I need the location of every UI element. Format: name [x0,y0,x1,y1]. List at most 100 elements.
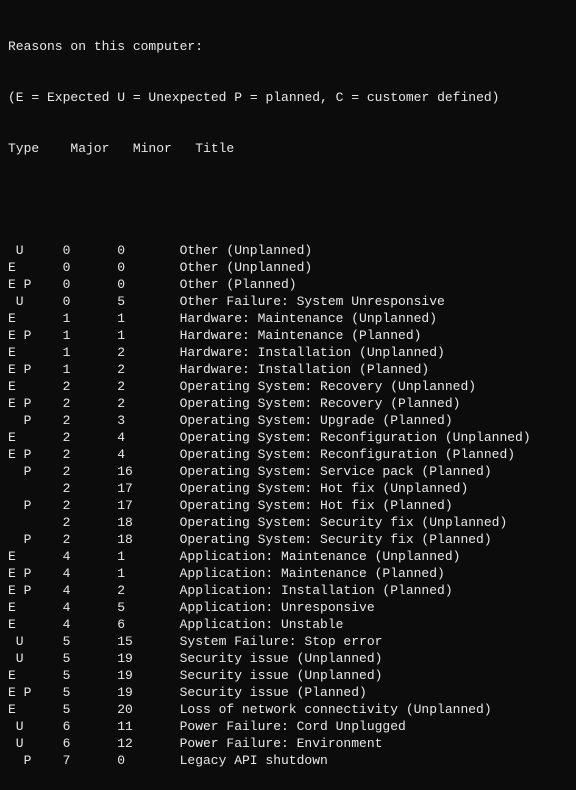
header-line-1: Reasons on this computer: [8,38,568,55]
cell-type: E [8,259,63,276]
table-row: E P 2 4 Operating System: Reconfiguratio… [8,446,568,463]
cell-title: Operating System: Reconfiguration (Plann… [180,446,515,463]
cell-title: Operating System: Reconfiguration (Unpla… [180,429,531,446]
cell-title: Security issue (Planned) [180,684,367,701]
cell-major: 2 [63,429,118,446]
header-line-2: (E = Expected U = Unexpected P = planned… [8,89,568,106]
cell-minor: 15 [117,633,179,650]
cell-title: Hardware: Maintenance (Unplanned) [180,310,437,327]
cell-title: Other Failure: System Unresponsive [180,293,445,310]
cell-minor: 3 [117,412,179,429]
cell-type: U [8,718,63,735]
cell-major: 2 [63,497,118,514]
cell-title: Application: Unstable [180,616,344,633]
cell-type: E [8,667,63,684]
cell-major: 0 [63,276,118,293]
cell-major: 7 [63,752,118,769]
cell-major: 2 [63,395,118,412]
cell-title: Operating System: Upgrade (Planned) [180,412,453,429]
cell-type: E P [8,446,63,463]
cell-title: Power Failure: Environment [180,735,383,752]
cell-type: E [8,701,63,718]
cell-type: E P [8,276,63,293]
table-row: E 4 6 Application: Unstable [8,616,568,633]
table-row: E 1 2 Hardware: Installation (Unplanned) [8,344,568,361]
cell-major: 0 [63,242,118,259]
cell-type: P [8,463,63,480]
cell-title: Application: Maintenance (Unplanned) [180,548,461,565]
table-row: U 6 11 Power Failure: Cord Unplugged [8,718,568,735]
cell-type: E [8,616,63,633]
cell-major: 2 [63,514,118,531]
cell-minor: 2 [117,395,179,412]
cell-major: 6 [63,735,118,752]
cell-type: E [8,429,63,446]
table-row: E 5 20 Loss of network connectivity (Unp… [8,701,568,718]
cell-minor: 4 [117,446,179,463]
cell-minor: 2 [117,344,179,361]
cell-type: U [8,633,63,650]
cell-minor: 0 [117,276,179,293]
cell-major: 2 [63,446,118,463]
cell-minor: 18 [117,531,179,548]
cell-title: Legacy API shutdown [180,752,328,769]
table-row: U 0 5 Other Failure: System Unresponsive [8,293,568,310]
table-row: E P 1 2 Hardware: Installation (Planned) [8,361,568,378]
cell-type [8,480,63,497]
column-headers: TypeMajorMinorTitle [8,140,568,157]
cell-minor: 19 [117,650,179,667]
cell-title: Security issue (Unplanned) [180,650,383,667]
cell-title: System Failure: Stop error [180,633,383,650]
table-row: E P 4 2 Application: Installation (Plann… [8,582,568,599]
table-row: U 0 0 Other (Unplanned) [8,242,568,259]
cell-title: Operating System: Hot fix (Unplanned) [180,480,469,497]
cell-major: 5 [63,701,118,718]
cell-minor: 0 [117,752,179,769]
cell-minor: 1 [117,327,179,344]
table-row: E P 4 1 Application: Maintenance (Planne… [8,565,568,582]
cell-title: Hardware: Maintenance (Planned) [180,327,422,344]
cell-major: 2 [63,531,118,548]
cell-title: Other (Unplanned) [180,242,313,259]
cell-type: U [8,650,63,667]
cell-title: Operating System: Security fix (Unplanne… [180,514,508,531]
cell-minor: 18 [117,514,179,531]
cell-major: 5 [63,633,118,650]
cell-minor: 2 [117,378,179,395]
terminal-output: Reasons on this computer: (E = Expected … [0,0,576,790]
cell-minor: 19 [117,667,179,684]
cell-type: E P [8,565,63,582]
cell-type: E P [8,395,63,412]
cell-minor: 6 [117,616,179,633]
cell-major: 2 [63,480,118,497]
table-row: E 0 0 Other (Unplanned) [8,259,568,276]
cell-type: E [8,344,63,361]
cell-minor: 5 [117,293,179,310]
col-header-title: Title [195,140,234,157]
cell-major: 0 [63,259,118,276]
table-row: E 4 1 Application: Maintenance (Unplanne… [8,548,568,565]
cell-major: 5 [63,684,118,701]
table-row: P 2 17 Operating System: Hot fix (Planne… [8,497,568,514]
blank-line [8,191,568,208]
cell-major: 1 [63,361,118,378]
table-row: 2 17 Operating System: Hot fix (Unplanne… [8,480,568,497]
table-row: E P 2 2 Operating System: Recovery (Plan… [8,395,568,412]
cell-type: U [8,293,63,310]
table-row: U 6 12 Power Failure: Environment [8,735,568,752]
cell-major: 6 [63,718,118,735]
table-row: E P 1 1 Hardware: Maintenance (Planned) [8,327,568,344]
cell-major: 2 [63,463,118,480]
cell-minor: 4 [117,429,179,446]
cell-title: Operating System: Security fix (Planned) [180,531,492,548]
cell-title: Hardware: Installation (Planned) [180,361,430,378]
cell-minor: 2 [117,361,179,378]
cell-major: 1 [63,344,118,361]
col-header-type: Type [8,140,70,157]
cell-minor: 1 [117,565,179,582]
table-row: P 2 3 Operating System: Upgrade (Planned… [8,412,568,429]
cell-type: P [8,752,63,769]
cell-minor: 20 [117,701,179,718]
cell-major: 2 [63,412,118,429]
cell-title: Loss of network connectivity (Unplanned) [180,701,492,718]
